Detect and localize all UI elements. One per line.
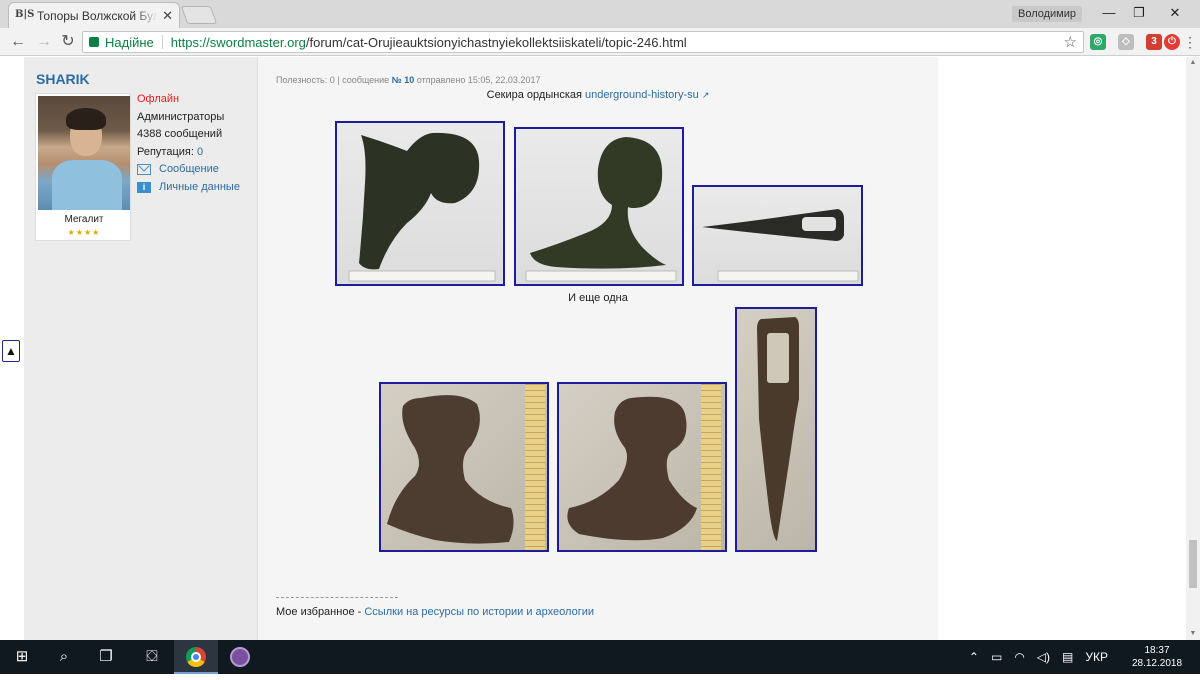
taskbar-chrome-icon[interactable] <box>174 640 218 674</box>
tab-strip: B|S Топоры Волжской Булга ✕ Володимир — … <box>0 0 1200 28</box>
post-meta-prefix: Полезность: 0 | сообщение <box>276 75 390 85</box>
wifi-icon[interactable]: ◠ <box>1014 650 1024 664</box>
search-icon[interactable]: ⌕ <box>42 640 86 674</box>
axe-photo-2[interactable] <box>514 127 684 286</box>
source-link-label: underground-history-su <box>585 89 699 101</box>
system-tray: ⌃ ▭ ◠ ◁) ▤ УКР 18:37 28.12.2018 <box>963 640 1192 674</box>
input-language[interactable]: УКР <box>1085 650 1108 664</box>
send-message-label: Сообщение <box>159 163 219 175</box>
user-reputation: Репутация: 0 <box>137 144 240 162</box>
url-path: /forum/cat-Orujieauktsionyichastnyiekoll… <box>305 34 687 50</box>
battery-icon[interactable]: ▭ <box>991 650 1002 664</box>
post-number-link[interactable]: № 10 <box>392 75 415 85</box>
post-caption-2: И еще одна <box>568 292 628 304</box>
user-group: Администраторы <box>137 110 225 123</box>
axe-photo-4[interactable] <box>379 382 549 552</box>
post-signature: Мое избранное - Ссылки на ресурсы по ист… <box>276 606 594 618</box>
taskbar-viber-icon[interactable] <box>218 640 262 674</box>
profile-link-label: Личные данные <box>159 180 240 193</box>
post-author-name[interactable]: SHARIK <box>36 71 90 87</box>
user-status: Офлайн <box>137 93 180 105</box>
user-rank: Мегалит <box>64 214 104 225</box>
tab-title: Топоры Волжской Булга <box>37 8 159 23</box>
extension-badge-count: 3 <box>1151 36 1157 47</box>
avatar <box>38 96 130 210</box>
extension-shield-icon[interactable]: ◎ <box>1090 34 1106 50</box>
store-icon[interactable]: ⛋ <box>130 640 174 674</box>
browser-tab[interactable]: B|S Топоры Волжской Булга ✕ <box>8 2 180 28</box>
lock-icon <box>89 37 99 47</box>
external-link-icon: ↗ <box>701 90 710 100</box>
notification-icon[interactable]: ▤ <box>1062 650 1073 664</box>
bookmark-star-icon[interactable]: ☆ <box>1064 33 1077 51</box>
axe-photo-6[interactable] <box>735 307 817 552</box>
extension-badge-icon[interactable]: 3 <box>1146 34 1162 50</box>
post-meta-suffix: отправлено 15:05, 22.03.2017 <box>416 75 541 85</box>
browser-menu-icon[interactable]: ⋮ <box>1183 34 1197 51</box>
browser-toolbar: ← → ↻ Надійне https://swordmaster.org/fo… <box>0 28 1200 56</box>
tab-close-icon[interactable]: ✕ <box>162 8 173 24</box>
send-message-link[interactable]: Сообщение <box>137 161 240 179</box>
scroll-up-icon[interactable]: ▲ <box>1186 57 1200 69</box>
start-windows-icon[interactable]: ⊞ <box>0 640 44 674</box>
reputation-label: Репутация: <box>137 145 194 158</box>
scroll-to-top-button[interactable]: ▲ <box>2 340 20 362</box>
post-meta: Полезность: 0 | сообщение № 10 отправлен… <box>276 75 540 85</box>
user-panel: SHARIK Мегалит ★★★★ Офлайн Администратор… <box>24 57 258 640</box>
page-scrollbar[interactable]: ▲ ▼ <box>1186 57 1200 640</box>
envelope-icon <box>137 164 151 176</box>
axe-photo-3[interactable] <box>692 185 863 286</box>
signature-divider <box>276 597 398 598</box>
post-body: Полезность: 0 | сообщение № 10 отправлен… <box>258 57 938 640</box>
user-post-count: 4388 сообщений <box>137 128 223 140</box>
secure-label: Надійне <box>105 34 154 50</box>
source-link[interactable]: underground-history-su ↗ <box>585 89 709 101</box>
clock-date: 28.12.2018 <box>1131 658 1183 669</box>
windows-taskbar: ⊞ ⌕ ❐ ⛋ ⌃ ▭ ◠ ◁) ▤ УКР 18:37 28.12.2018 <box>0 640 1200 674</box>
url-host: https://swordmaster.org <box>170 34 306 50</box>
forum-post: SHARIK Мегалит ★★★★ Офлайн Администратор… <box>24 57 938 640</box>
address-separator <box>161 35 163 49</box>
clock[interactable]: 18:37 28.12.2018 <box>1122 644 1192 670</box>
reputation-value[interactable]: 0 <box>197 146 203 158</box>
scroll-down-icon[interactable]: ▼ <box>1186 628 1200 640</box>
clock-time: 18:37 <box>1144 645 1170 656</box>
info-icon: i <box>137 181 151 193</box>
user-info: Офлайн Администраторы 4388 сообщений Реп… <box>137 91 240 196</box>
caption-1-text: Секира ордынская <box>486 89 582 101</box>
maximize-button[interactable]: ❐ <box>1124 4 1154 22</box>
profile-link[interactable]: i Личные данные <box>137 179 240 197</box>
post-caption-1: Секира ордынская underground-history-su … <box>258 89 938 101</box>
axe-photo-1[interactable] <box>335 121 505 286</box>
tray-chevron-icon[interactable]: ⌃ <box>969 650 979 664</box>
reload-icon[interactable]: ↻ <box>58 32 78 52</box>
axe-photo-5[interactable] <box>557 382 727 552</box>
new-tab-button[interactable] <box>180 6 218 24</box>
profile-name[interactable]: Володимир <box>1012 6 1082 22</box>
avatar-card: Мегалит ★★★★ <box>35 93 131 241</box>
forward-icon[interactable]: → <box>34 32 54 52</box>
address-bar[interactable]: Надійне https://swordmaster.org/forum/ca… <box>82 31 1084 53</box>
page-viewport: ▲ SHARIK Мегалит ★★★★ Офлайн Администрат… <box>0 57 1186 640</box>
signature-link[interactable]: Ссылки на ресурсы по истории и археологи… <box>364 606 594 618</box>
volume-icon[interactable]: ◁) <box>1037 650 1050 664</box>
extension-vpn-icon[interactable]: ◇ <box>1118 34 1134 50</box>
signature-prefix: Мое избранное - <box>276 606 362 618</box>
window-close-button[interactable]: ✕ <box>1160 4 1190 22</box>
task-view-icon[interactable]: ❐ <box>84 640 128 674</box>
rank-stars-icon: ★★★★ <box>67 228 101 237</box>
scrollbar-thumb[interactable] <box>1189 540 1197 588</box>
minimize-button[interactable]: — <box>1094 4 1124 22</box>
back-icon[interactable]: ← <box>8 32 28 52</box>
site-favicon-icon: B|S <box>15 8 35 20</box>
extension-opera-icon[interactable]: ⏻ <box>1164 34 1180 50</box>
